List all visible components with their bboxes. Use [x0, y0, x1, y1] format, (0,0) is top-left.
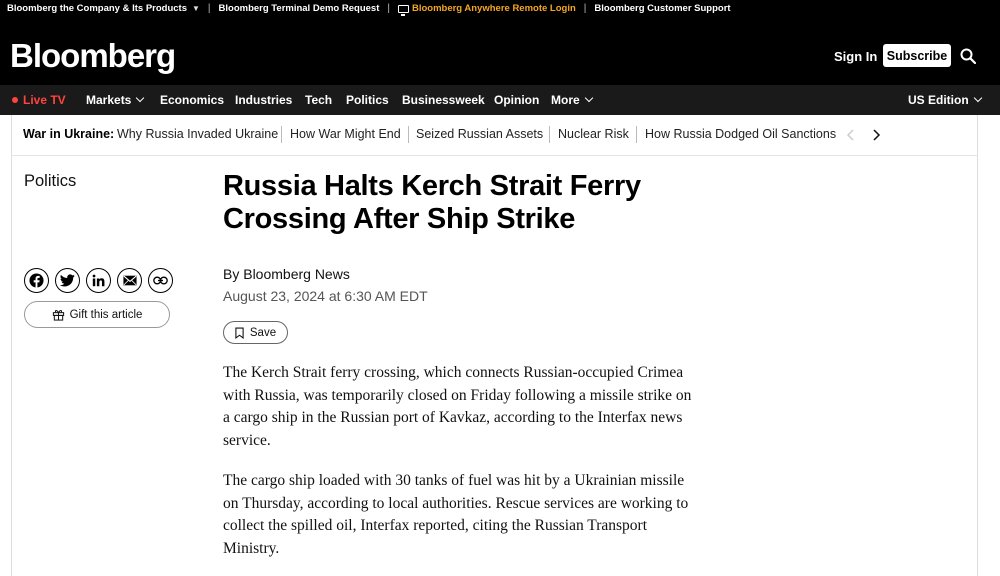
- gift-label: Gift this article: [69, 308, 143, 321]
- divider: [408, 126, 409, 143]
- utility-bar: Bloomberg the Company & Its Products ▼ | …: [0, 0, 1000, 17]
- anywhere-login-label: Bloomberg Anywhere Remote Login: [411, 3, 576, 14]
- bloomberg-logo[interactable]: Bloomberg: [10, 37, 176, 75]
- link-icon[interactable]: [148, 268, 173, 293]
- nav-economics[interactable]: Economics: [160, 93, 224, 107]
- byline[interactable]: By Bloomberg News: [223, 266, 350, 282]
- bookmark-icon: [235, 327, 244, 339]
- section-label[interactable]: Politics: [24, 172, 76, 191]
- main-nav: Live TV Markets Economics Industries Tec…: [0, 85, 1000, 115]
- article-paragraph: The Kerch Strait ferry crossing, which c…: [223, 364, 692, 449]
- divider: [549, 126, 550, 143]
- nav-live-label: Live TV: [23, 93, 66, 107]
- facebook-icon[interactable]: [24, 268, 49, 293]
- anywhere-login-link[interactable]: Bloomberg Anywhere Remote Login: [397, 3, 576, 16]
- chevron-right-icon[interactable]: [871, 128, 881, 142]
- publish-date: August 23, 2024 at 6:30 AM EDT: [223, 288, 428, 304]
- email-icon[interactable]: [117, 268, 142, 293]
- ticker-link[interactable]: How War Might End: [290, 127, 401, 141]
- chevron-left-icon[interactable]: [846, 128, 856, 142]
- nav-tech[interactable]: Tech: [305, 93, 332, 107]
- chevron-down-icon: [584, 93, 593, 103]
- save-button[interactable]: Save: [223, 321, 288, 344]
- divider: |: [387, 3, 390, 14]
- subscribe-button[interactable]: Subscribe: [883, 44, 951, 67]
- search-icon[interactable]: [960, 48, 976, 64]
- nav-politics[interactable]: Politics: [346, 93, 389, 107]
- twitter-icon[interactable]: [55, 268, 80, 293]
- linkedin-icon[interactable]: [86, 268, 111, 293]
- customer-support-link[interactable]: Bloomberg Customer Support: [594, 3, 730, 14]
- ticker-link[interactable]: Nuclear Risk: [558, 127, 629, 141]
- divider: |: [583, 3, 587, 14]
- divider: [636, 126, 637, 143]
- edition-selector[interactable]: US Edition: [908, 93, 982, 107]
- terminal-demo-link[interactable]: Bloomberg Terminal Demo Request: [219, 3, 380, 14]
- company-products-label: Bloomberg the Company & Its Products: [7, 3, 187, 14]
- article-headline: Russia Halts Kerch Strait Ferry Crossing…: [223, 170, 641, 235]
- chevron-down-icon: [136, 93, 145, 103]
- chevron-down-icon: [973, 93, 982, 103]
- divider: [281, 126, 282, 143]
- nav-markets[interactable]: Markets: [86, 93, 145, 107]
- share-buttons: [24, 268, 173, 293]
- monitor-icon: [397, 4, 409, 16]
- ticker-link[interactable]: Why Russia Invaded Ukraine: [117, 127, 278, 141]
- ticker-link[interactable]: How Russia Dodged Oil Sanctions: [645, 127, 836, 141]
- gift-article-button[interactable]: Gift this article: [24, 301, 170, 328]
- divider: |: [207, 3, 211, 14]
- nav-more-label: More: [551, 93, 580, 107]
- company-products-link[interactable]: Bloomberg the Company & Its Products ▼: [7, 3, 200, 14]
- topic-ticker: War in Ukraine: Why Russia Invaded Ukrai…: [11, 115, 978, 156]
- gift-icon: [52, 309, 64, 321]
- edition-label: US Edition: [908, 93, 969, 107]
- save-label: Save: [249, 326, 277, 339]
- nav-live-tv[interactable]: Live TV: [12, 93, 66, 107]
- live-dot-icon: [12, 96, 18, 103]
- nav-markets-label: Markets: [86, 93, 132, 107]
- article-paragraph: The cargo ship loaded with 30 tanks of f…: [223, 472, 689, 557]
- masthead: Bloomberg Sign In Subscribe: [0, 17, 1000, 85]
- ticker-link[interactable]: Seized Russian Assets: [416, 127, 543, 141]
- caret-down-icon: ▼: [192, 4, 200, 13]
- ticker-lead: War in Ukraine:: [23, 127, 115, 141]
- nav-more[interactable]: More: [551, 93, 593, 107]
- sign-in-link[interactable]: Sign In: [834, 49, 877, 64]
- nav-businessweek[interactable]: Businessweek: [402, 93, 485, 107]
- nav-industries[interactable]: Industries: [235, 93, 292, 107]
- nav-opinion[interactable]: Opinion: [494, 93, 539, 107]
